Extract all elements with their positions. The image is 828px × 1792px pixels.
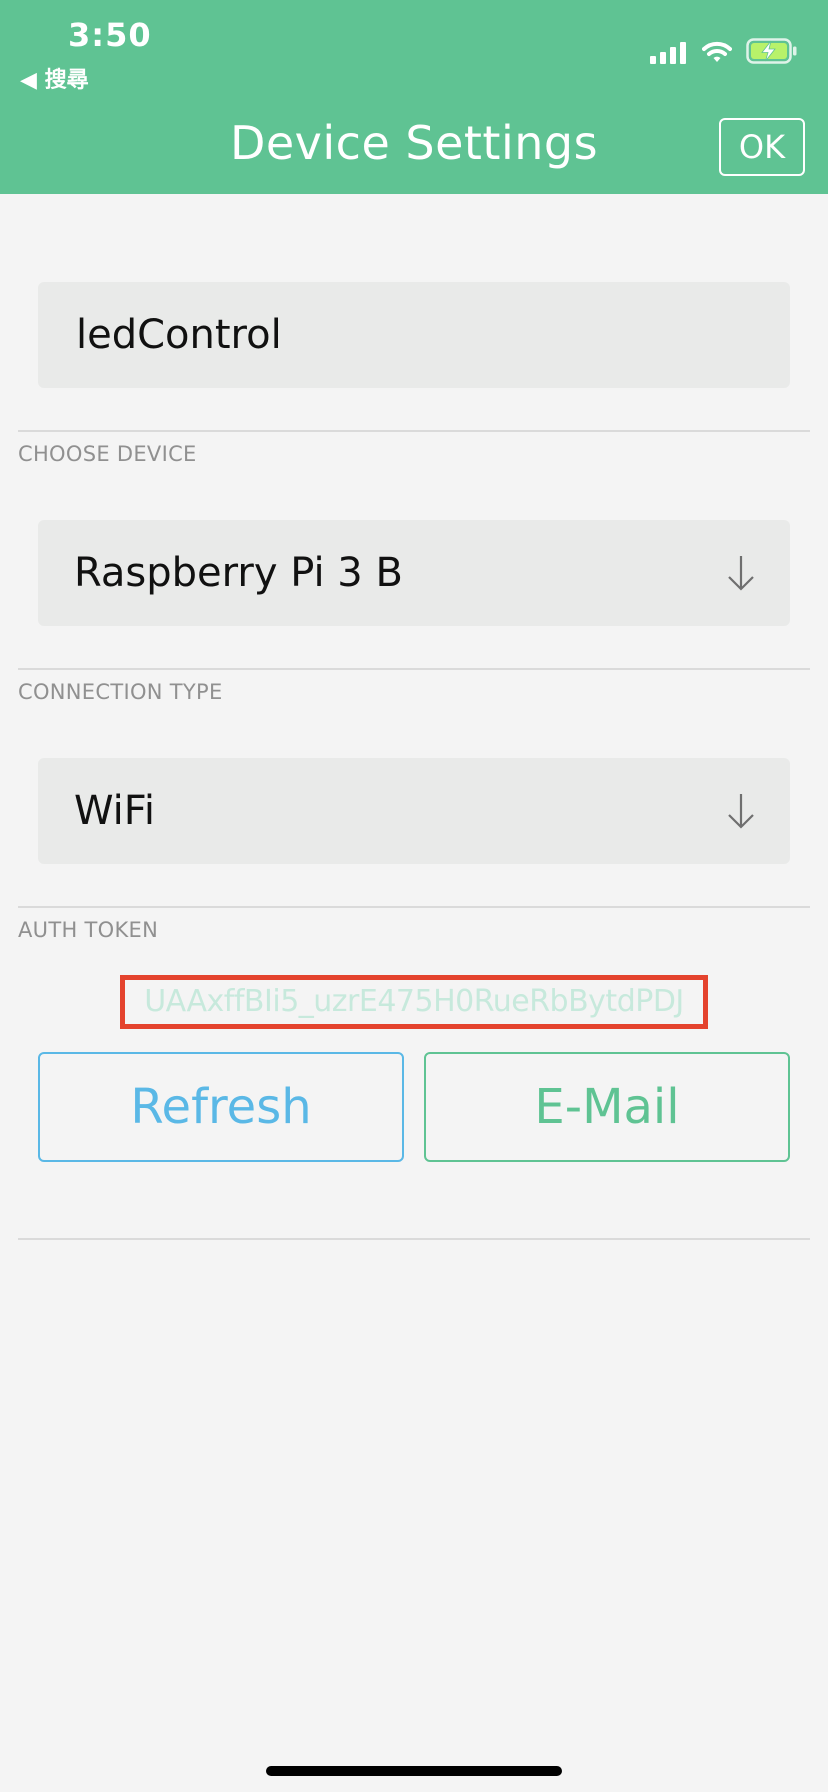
- connection-type-label: CONNECTION TYPE: [18, 680, 223, 704]
- divider: [18, 906, 810, 908]
- connection-type-select[interactable]: WiFi: [38, 758, 790, 864]
- auth-token-label: AUTH TOKEN: [18, 918, 159, 942]
- back-to-app-link[interactable]: ◀ 搜尋: [20, 62, 89, 94]
- app-header: 3:50 ◀ 搜尋 Device Settings OK: [0, 0, 828, 194]
- connection-type-value: WiFi: [74, 788, 155, 834]
- auth-token-value[interactable]: UAAxffBIi5_uzrE475H0RueRbBytdPDJ: [120, 975, 708, 1029]
- arrow-down-icon: [728, 794, 754, 829]
- arrow-down-icon: [728, 556, 754, 591]
- status-icons: [650, 34, 798, 64]
- ok-button[interactable]: OK: [719, 118, 805, 176]
- refresh-button[interactable]: Refresh: [38, 1052, 404, 1162]
- divider: [18, 668, 810, 670]
- device-select[interactable]: Raspberry Pi 3 B: [38, 520, 790, 626]
- status-time: 3:50: [68, 16, 152, 54]
- choose-device-label: CHOOSE DEVICE: [18, 442, 197, 466]
- email-button[interactable]: E-Mail: [424, 1052, 790, 1162]
- page-title: Device Settings: [229, 116, 599, 170]
- wifi-icon: [702, 41, 732, 62]
- divider: [18, 430, 810, 432]
- divider: [18, 1238, 810, 1240]
- cellular-signal-icon: [650, 40, 686, 64]
- home-indicator[interactable]: [266, 1766, 562, 1776]
- project-name-input[interactable]: ledControl: [38, 282, 790, 388]
- device-select-value: Raspberry Pi 3 B: [74, 550, 403, 596]
- battery-charging-icon: [746, 38, 797, 64]
